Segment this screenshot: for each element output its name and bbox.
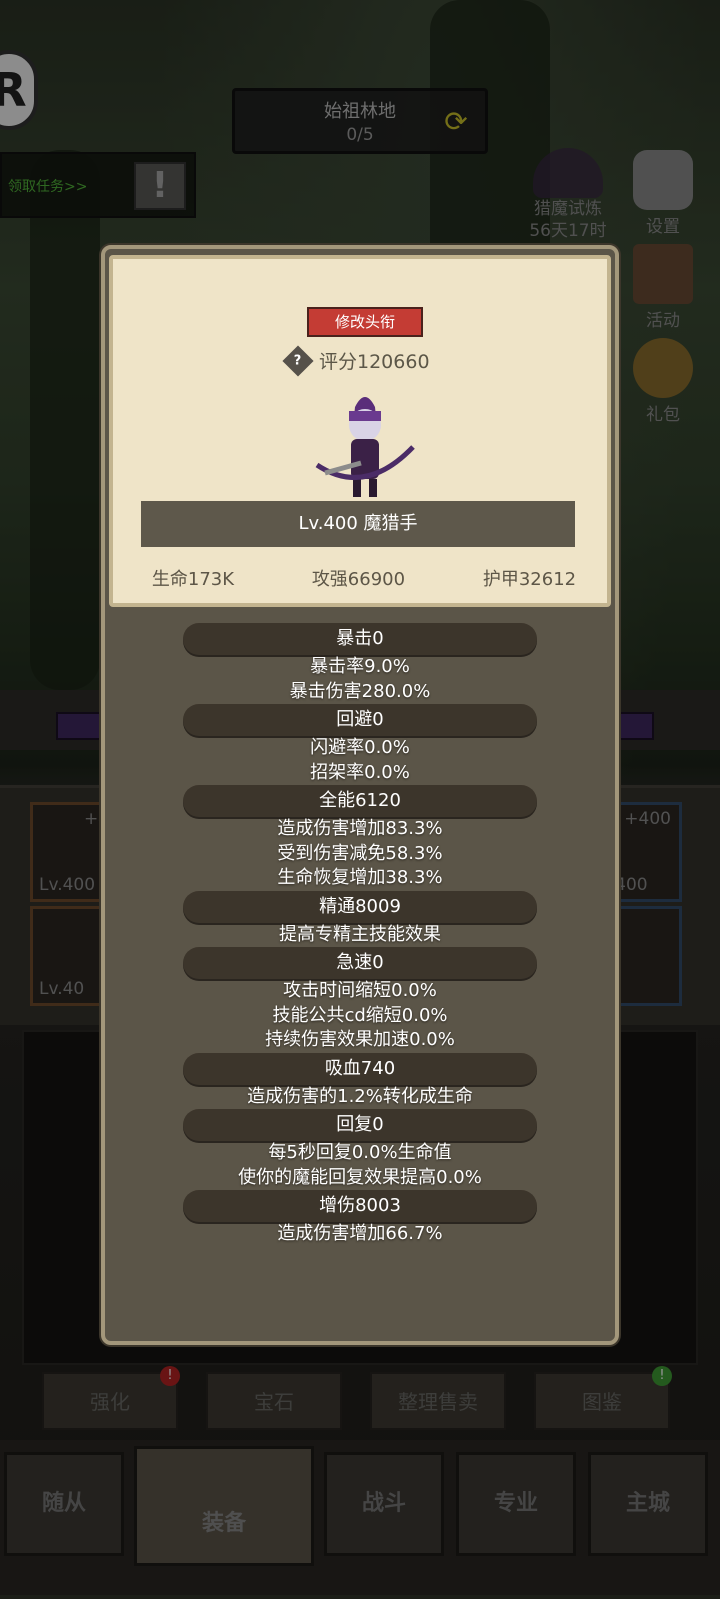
stat-line: 招架率0.0% bbox=[310, 761, 410, 783]
stat-group-damage-bonus: 增伤8003 造成伤害增加66.7% bbox=[105, 1190, 615, 1247]
edit-title-button[interactable]: 修改头衔 bbox=[307, 307, 423, 337]
stat-group-mastery: 精通8009 提高专精主技能效果 bbox=[105, 890, 615, 948]
stat-line: 使你的魔能回复效果提高0.0% bbox=[238, 1166, 482, 1188]
stat-line: 暴击率9.0% bbox=[310, 656, 410, 677]
stat-line: 暴击伤害280.0% bbox=[289, 680, 431, 702]
character-stats-modal: 修改头衔 ? 评分120660 Lv.400 魔猎手 生命173K 攻强6690… bbox=[101, 245, 619, 1345]
stat-group-versatility: 全能6120 造成伤害增加83.3% 受到伤害减免58.3% 生命恢复增加38.… bbox=[105, 785, 615, 891]
stat-group-crit: 暴击0 暴击率9.0% 暴击伤害280.0% bbox=[105, 623, 615, 704]
attack-stat: 攻强66900 bbox=[311, 569, 406, 590]
stat-header: 全能6120 bbox=[183, 785, 537, 817]
stat-line: 闪避率0.0% bbox=[310, 737, 410, 758]
hunter-character-image bbox=[315, 397, 415, 497]
score-row: ? 评分120660 bbox=[282, 344, 430, 377]
stat-header: 暴击0 bbox=[183, 623, 537, 655]
stat-group-haste: 急速0 攻击时间缩短0.0% 技能公共cd缩短0.0% 持续伤害效果加速0.0% bbox=[105, 947, 615, 1053]
stat-line: 造成伤害增加83.3% bbox=[277, 818, 443, 839]
stat-header: 回避0 bbox=[183, 704, 537, 736]
stat-header: 回复0 bbox=[183, 1109, 537, 1141]
character-card: 修改头衔 ? 评分120660 Lv.400 魔猎手 生命173K 攻强6690… bbox=[109, 255, 611, 607]
stat-line: 造成伤害增加66.7% bbox=[277, 1223, 443, 1244]
stat-line: 造成伤害的1.2%转化成生命 bbox=[247, 1085, 473, 1107]
stat-group-lifesteal: 吸血740 造成伤害的1.2%转化成生命 bbox=[105, 1052, 615, 1110]
stat-line: 提高专精主技能效果 bbox=[279, 923, 441, 945]
stat-group-regen: 回复0 每5秒回复0.0%生命值 使你的魔能回复效果提高0.0% bbox=[105, 1109, 615, 1190]
level-name-bar: Lv.400 魔猎手 bbox=[141, 501, 575, 547]
stat-line: 持续伤害效果加速0.0% bbox=[265, 1029, 455, 1050]
stat-header: 增伤8003 bbox=[183, 1190, 537, 1222]
armor-stat: 护甲32612 bbox=[482, 569, 577, 590]
stat-list: 暴击0 暴击率9.0% 暴击伤害280.0% 回避0 闪避率0.0% 招架率0.… bbox=[105, 623, 615, 1247]
stat-header: 精通8009 bbox=[183, 890, 537, 923]
stat-header: 急速0 bbox=[183, 947, 537, 979]
base-stats-row: 生命173K 攻强66900 护甲32612 bbox=[113, 565, 615, 591]
stat-header: 吸血740 bbox=[183, 1052, 537, 1085]
score-value: 评分120660 bbox=[319, 351, 430, 373]
stat-line: 攻击时间缩短0.0% bbox=[283, 980, 437, 1001]
hp-stat: 生命173K bbox=[151, 569, 235, 590]
stat-line: 技能公共cd缩短0.0% bbox=[272, 1004, 448, 1026]
stat-group-avoid: 回避0 闪避率0.0% 招架率0.0% bbox=[105, 704, 615, 785]
stat-line: 受到伤害减免58.3% bbox=[277, 842, 443, 864]
help-icon[interactable]: ? bbox=[282, 344, 314, 377]
stat-line: 每5秒回复0.0%生命值 bbox=[268, 1142, 452, 1163]
stat-line: 生命恢复增加38.3% bbox=[277, 867, 443, 888]
